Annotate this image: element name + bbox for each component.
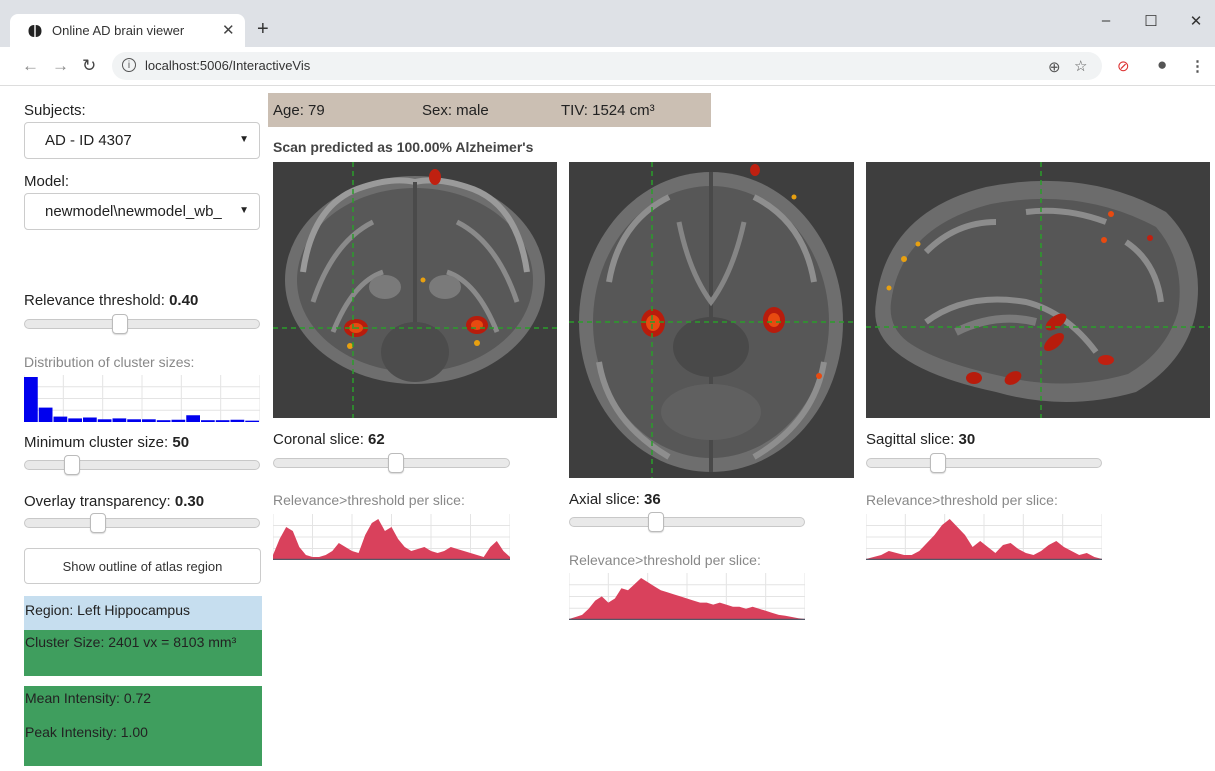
site-info-icon[interactable]: i	[122, 58, 136, 72]
cluster-size-info: Cluster Size: 2401 vx = 8103 mm³	[24, 630, 262, 676]
browser-tab-strip: Online AD brain viewer ✕ + – ☐ ✕	[0, 0, 1215, 47]
min-cluster-size-label: Minimum cluster size: 50	[24, 434, 190, 451]
coronal-slice-image[interactable]	[273, 162, 557, 418]
slider-handle[interactable]	[64, 455, 80, 475]
browser-toolbar: ← → ↻ i localhost:5006/InteractiveVis ⊕ …	[0, 47, 1215, 86]
axial-profile-label: Relevance>threshold per slice:	[569, 552, 761, 568]
sagittal-slice-value: 30	[958, 431, 976, 448]
histogram-bar	[97, 419, 112, 422]
tiv-text: TIV: 1524 cm³	[561, 102, 655, 119]
sagittal-slice-image[interactable]	[866, 162, 1210, 418]
histogram-bar	[68, 418, 82, 422]
histogram-bar	[245, 420, 259, 422]
histogram-bar	[83, 417, 97, 422]
coronal-slice-label: Coronal slice: 62	[273, 431, 385, 448]
minimize-icon[interactable]: –	[1096, 12, 1116, 29]
overlay-transparency-slider[interactable]	[24, 513, 260, 533]
forward-icon[interactable]: →	[52, 56, 69, 76]
histogram-bar	[127, 419, 141, 422]
browser-tab[interactable]: Online AD brain viewer ✕	[10, 14, 245, 47]
model-select[interactable]: newmodel\newmodel_wb_ ▼	[24, 193, 260, 230]
profile-icon[interactable]: ●	[1157, 55, 1167, 75]
histogram-bar	[156, 420, 171, 422]
subjects-select[interactable]: AD - ID 4307 ▼	[24, 122, 260, 159]
relevance-threshold-label: Relevance threshold: 0.40	[24, 292, 199, 309]
tab-title: Online AD brain viewer	[52, 23, 185, 38]
coronal-slice-slider[interactable]	[273, 453, 510, 473]
url-text: localhost:5006/InteractiveVis	[145, 58, 311, 73]
model-label: Model:	[24, 173, 70, 190]
histogram-bar	[112, 418, 127, 422]
subjects-select-value: AD - ID 4307	[45, 132, 132, 149]
subject-demographics-bar: Age: 79 Sex: male TIV: 1524 cm³	[268, 93, 711, 127]
min-cluster-size-value: 50	[172, 434, 190, 451]
zoom-icon[interactable]: ⊕	[1048, 58, 1061, 76]
relevance-threshold-value: 0.40	[169, 292, 199, 309]
maximize-icon[interactable]: ☐	[1141, 12, 1161, 30]
histogram-bar	[230, 419, 245, 422]
histogram-bar	[186, 415, 200, 422]
subjects-label: Subjects:	[24, 102, 86, 119]
sagittal-slice-slider[interactable]	[866, 453, 1102, 473]
axial-slice-value: 36	[644, 491, 661, 508]
bookmark-star-icon[interactable]: ☆	[1074, 57, 1087, 75]
min-cluster-size-slider[interactable]	[24, 455, 260, 475]
model-select-value: newmodel\newmodel_wb_	[45, 203, 222, 220]
address-bar[interactable]: i localhost:5006/InteractiveVis ⊕ ☆	[112, 52, 1102, 80]
histogram-bar	[24, 377, 38, 422]
coronal-slice-value: 62	[368, 431, 385, 448]
axial-slice-label: Axial slice: 36	[569, 491, 661, 508]
histogram-bar	[201, 420, 215, 422]
close-window-icon[interactable]: ✕	[1186, 12, 1206, 30]
axial-slice-image[interactable]	[569, 162, 854, 478]
intensity-info: Mean Intensity: 0.72 Peak Intensity: 1.0…	[24, 686, 262, 766]
histogram-bar	[215, 420, 230, 422]
reload-icon[interactable]: ↻	[82, 56, 96, 76]
relevance-threshold-slider[interactable]	[24, 314, 260, 334]
show-atlas-outline-button[interactable]: Show outline of atlas region	[24, 548, 261, 584]
coronal-relevance-profile	[273, 514, 510, 560]
age-text: Age: 79	[273, 102, 325, 119]
coronal-profile-label: Relevance>threshold per slice:	[273, 492, 465, 508]
slider-handle[interactable]	[90, 513, 106, 533]
sagittal-slice-label: Sagittal slice: 30	[866, 431, 976, 448]
histogram-bar	[142, 419, 156, 422]
sagittal-relevance-profile	[866, 514, 1102, 560]
prediction-text: Scan predicted as 100.00% Alzheimer's	[273, 139, 534, 155]
histogram-bar	[38, 407, 53, 422]
extension-icon[interactable]: ⊘	[1117, 57, 1130, 75]
slider-handle[interactable]	[388, 453, 404, 473]
axial-relevance-profile	[569, 573, 805, 620]
dropdown-arrow-icon: ▼	[239, 134, 249, 145]
back-icon[interactable]: ←	[22, 56, 39, 76]
peak-intensity: Peak Intensity: 1.00	[25, 724, 148, 740]
sagittal-profile-label: Relevance>threshold per slice:	[866, 492, 1058, 508]
mean-intensity: Mean Intensity: 0.72	[25, 690, 152, 706]
histogram-bar	[53, 416, 68, 422]
close-tab-icon[interactable]: ✕	[222, 21, 235, 39]
slider-handle[interactable]	[930, 453, 946, 473]
distribution-label: Distribution of cluster sizes:	[24, 354, 195, 370]
menu-icon[interactable]: ⋮	[1190, 57, 1205, 75]
axial-slice-slider[interactable]	[569, 512, 805, 532]
cluster-size-histogram	[24, 375, 260, 422]
sex-text: Sex: male	[422, 102, 489, 119]
dropdown-arrow-icon: ▼	[239, 205, 249, 216]
slider-handle[interactable]	[112, 314, 128, 334]
histogram-bar	[171, 419, 186, 422]
new-tab-icon[interactable]: +	[257, 19, 269, 39]
overlay-transparency-value: 0.30	[174, 493, 205, 510]
brain-favicon-icon	[28, 25, 42, 37]
slider-handle[interactable]	[648, 512, 664, 532]
region-info: Region: Left Hippocampus	[24, 596, 262, 630]
overlay-transparency-label: Overlay transparency: 0.30	[24, 493, 205, 510]
